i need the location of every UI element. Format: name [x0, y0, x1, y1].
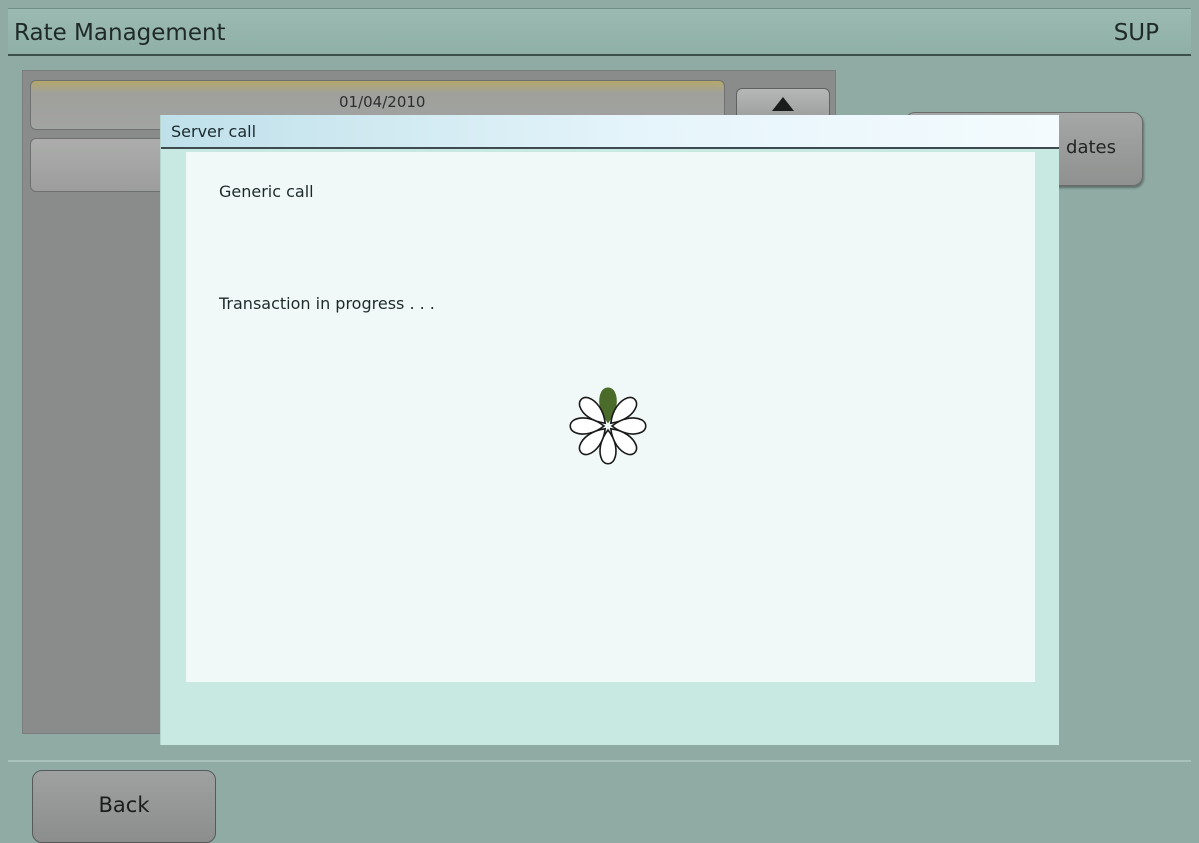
dialog-body: Generic call Transaction in progress . .…	[186, 152, 1035, 682]
back-button[interactable]: Back	[32, 770, 216, 843]
app-title: Rate Management	[14, 20, 226, 46]
transaction-status: Transaction in progress . . .	[219, 294, 435, 313]
app-header: Rate Management SUP	[8, 8, 1191, 56]
server-call-dialog: Server call Generic call Transaction in …	[160, 115, 1059, 745]
list-item[interactable]	[30, 138, 170, 192]
list-item-date: 01/04/2010	[339, 93, 426, 111]
updates-button-label: dates	[1066, 137, 1116, 158]
bottom-divider	[8, 760, 1191, 762]
triangle-up-icon	[772, 97, 794, 111]
back-button-label: Back	[98, 793, 150, 817]
dialog-title: Server call	[171, 122, 257, 141]
dialog-titlebar[interactable]: Server call	[161, 115, 1059, 149]
loading-spinner-icon	[569, 387, 647, 465]
user-code: SUP	[1113, 20, 1159, 46]
call-name: Generic call	[219, 182, 314, 201]
